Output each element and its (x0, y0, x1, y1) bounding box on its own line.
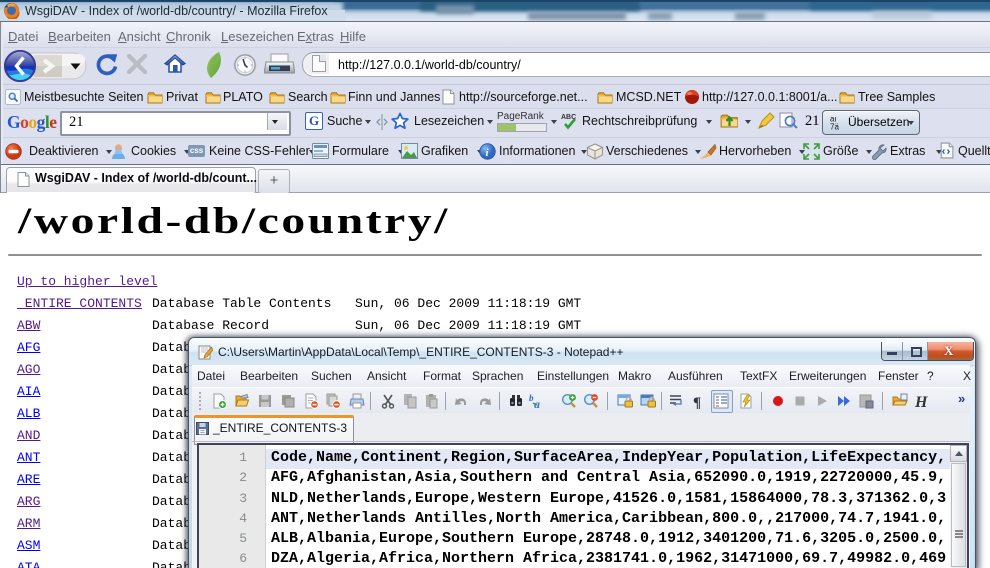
svg-text:H: H (914, 394, 928, 409)
svg-text:¶: ¶ (693, 395, 701, 409)
svg-text:7ä: 7ä (830, 123, 839, 131)
svg-text:a: a (534, 397, 540, 409)
